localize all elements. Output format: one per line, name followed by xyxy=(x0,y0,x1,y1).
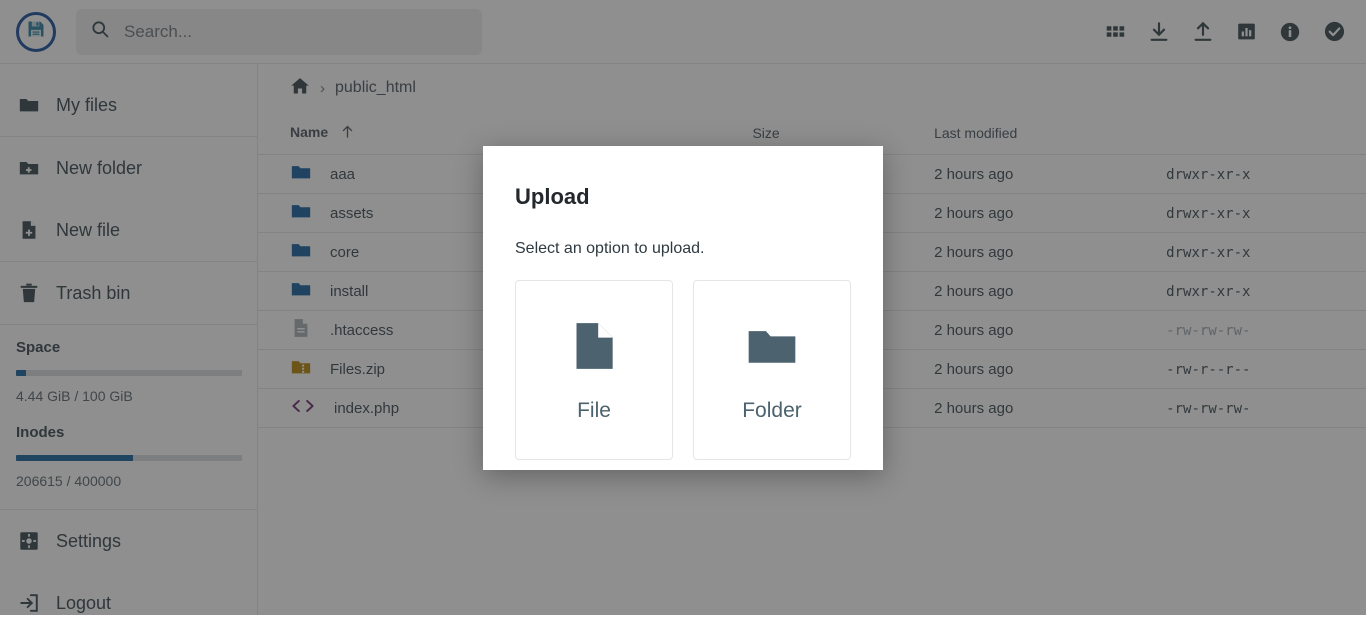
upload-dialog: Upload Select an option to upload. File … xyxy=(483,146,883,470)
folder-icon xyxy=(744,318,800,379)
dialog-subtitle: Select an option to upload. xyxy=(515,240,851,258)
upload-file-label: File xyxy=(577,399,611,423)
upload-options: File Folder xyxy=(515,280,851,460)
dialog-title: Upload xyxy=(515,184,851,210)
upload-folder-option[interactable]: Folder xyxy=(693,280,851,460)
upload-folder-label: Folder xyxy=(742,399,802,423)
file-icon xyxy=(566,318,622,379)
upload-file-option[interactable]: File xyxy=(515,280,673,460)
